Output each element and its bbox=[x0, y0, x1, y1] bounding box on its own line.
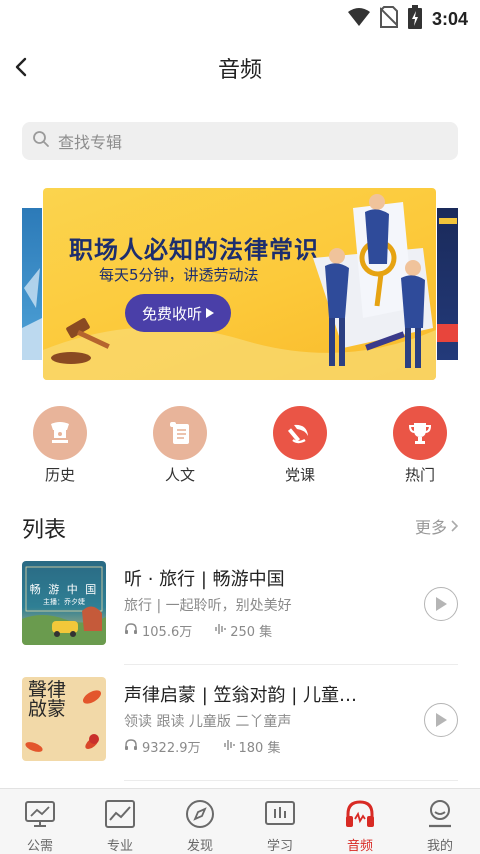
list-item[interactable]: 畅 游 中 国 主播：乔夕婕 听 · 旅行 | 畅游中国 旅行 | 一起聆听，别… bbox=[22, 561, 458, 647]
play-count: 105.6万 bbox=[124, 621, 192, 640]
episode-count-value: 180 集 bbox=[238, 741, 281, 756]
nav-label: 发现 bbox=[186, 839, 213, 854]
album-cover-author: 主播：乔夕婕 bbox=[43, 598, 85, 606]
category-row: 历史 人文 党课 热门 bbox=[0, 406, 480, 486]
gavel-illustration bbox=[51, 318, 110, 364]
app-header: 音频 bbox=[0, 34, 480, 100]
banner-prev-peek[interactable] bbox=[22, 208, 42, 360]
nav-label: 公需 bbox=[26, 839, 53, 854]
nav-item-professional[interactable]: 专业 bbox=[80, 789, 160, 854]
list-section-title: 列表 bbox=[22, 518, 67, 543]
banner-button-label: 免费收听 bbox=[141, 304, 202, 323]
nav-label: 音频 bbox=[346, 839, 373, 854]
search-placeholder: 查找专辑 bbox=[58, 133, 123, 152]
album-cover-title: 畅 游 中 国 bbox=[29, 583, 99, 596]
more-label: 更多 bbox=[414, 518, 447, 537]
category-label: 热门 bbox=[404, 466, 435, 484]
nav-item-mine[interactable]: 我的 bbox=[400, 789, 480, 854]
album-stats: 105.6万 250 集 bbox=[124, 621, 294, 640]
album-cover: 聲律啟蒙 bbox=[22, 677, 106, 761]
status-icons: 3:04 bbox=[347, 5, 468, 33]
no-sim-icon bbox=[379, 6, 399, 32]
play-count-value: 9322.9万 bbox=[142, 741, 201, 756]
play-button[interactable] bbox=[424, 587, 458, 621]
episode-count: 180 集 bbox=[223, 737, 281, 756]
headphones-icon bbox=[124, 738, 138, 755]
nav-label: 专业 bbox=[106, 839, 133, 854]
nav-item-audio[interactable]: 音频 bbox=[320, 789, 400, 854]
category-party-class[interactable]: 党课 bbox=[255, 406, 345, 485]
nav-item-discover[interactable]: 发现 bbox=[160, 789, 240, 854]
nav-label: 学习 bbox=[266, 839, 293, 854]
divider bbox=[124, 664, 458, 665]
listen-free-button[interactable]: 免费收听 bbox=[125, 294, 231, 332]
nav-item-public[interactable]: 公需 bbox=[0, 789, 80, 854]
list-item[interactable]: 聲律啟蒙 声律启蒙 | 笠翁对韵 | 儿童… 领读 跟读 儿童版 二丫童声 93… bbox=[22, 677, 458, 763]
nav-label: 我的 bbox=[426, 839, 453, 854]
headphones-icon bbox=[343, 797, 377, 831]
album-title: 声律启蒙 | 笠翁对韵 | 儿童… bbox=[124, 685, 358, 706]
history-icon bbox=[33, 406, 87, 460]
album-stats: 9322.9万 180 集 bbox=[124, 737, 302, 756]
nav-item-study[interactable]: 学习 bbox=[240, 789, 320, 854]
category-label: 人文 bbox=[164, 466, 195, 484]
page-title: 音频 bbox=[217, 58, 262, 83]
chart-icon bbox=[103, 797, 137, 831]
category-culture[interactable]: 人文 bbox=[135, 406, 225, 485]
play-button[interactable] bbox=[424, 703, 458, 737]
episode-count: 250 集 bbox=[214, 621, 272, 640]
waveform-icon bbox=[214, 623, 226, 639]
study-icon bbox=[263, 797, 297, 831]
divider bbox=[124, 780, 458, 781]
search-icon bbox=[32, 130, 50, 152]
album-cover-title: 聲律啟蒙 bbox=[28, 679, 67, 720]
category-hot[interactable]: 热门 bbox=[375, 406, 465, 485]
profile-icon bbox=[423, 797, 457, 831]
album-cover: 畅 游 中 国 主播：乔夕婕 bbox=[22, 561, 106, 645]
album-description: 领读 跟读 儿童版 二丫童声 bbox=[124, 714, 292, 730]
play-triangle-icon bbox=[206, 304, 214, 322]
waveform-icon bbox=[223, 739, 235, 755]
scroll-icon bbox=[153, 406, 207, 460]
banner-next-peek[interactable] bbox=[437, 208, 458, 360]
trophy-icon bbox=[393, 406, 447, 460]
compass-icon bbox=[183, 797, 217, 831]
wifi-icon bbox=[347, 7, 370, 31]
album-description: 旅行 | 一起聆听，别处美好 bbox=[124, 598, 292, 614]
bottom-nav: 公需 专业 发现 学习 音频 我的 bbox=[0, 788, 480, 854]
status-bar: 3:04 bbox=[0, 0, 480, 34]
chevron-right-icon bbox=[450, 517, 459, 536]
album-title: 听 · 旅行 | 畅游中国 bbox=[124, 569, 285, 590]
lawyers-illustration bbox=[313, 194, 433, 368]
category-label: 党课 bbox=[284, 466, 315, 484]
episode-count-value: 250 集 bbox=[230, 625, 273, 640]
search-input[interactable]: 查找专辑 bbox=[22, 122, 458, 160]
monitor-icon bbox=[23, 797, 57, 831]
category-label: 历史 bbox=[44, 466, 75, 484]
play-count: 9322.9万 bbox=[124, 737, 201, 756]
battery-charging-icon bbox=[407, 5, 422, 33]
hammer-sickle-icon bbox=[273, 406, 327, 460]
play-count-value: 105.6万 bbox=[142, 625, 193, 640]
banner-subtitle: 每天5分钟，讲透劳动法 bbox=[99, 266, 259, 284]
status-time: 3:04 bbox=[431, 8, 468, 29]
category-history[interactable]: 历史 bbox=[15, 406, 105, 485]
headphones-icon bbox=[124, 622, 138, 639]
more-link[interactable]: 更多 bbox=[414, 514, 459, 538]
banner[interactable]: 职场人必知的法律常识 每天5分钟，讲透劳动法 免费收听 bbox=[43, 188, 436, 380]
